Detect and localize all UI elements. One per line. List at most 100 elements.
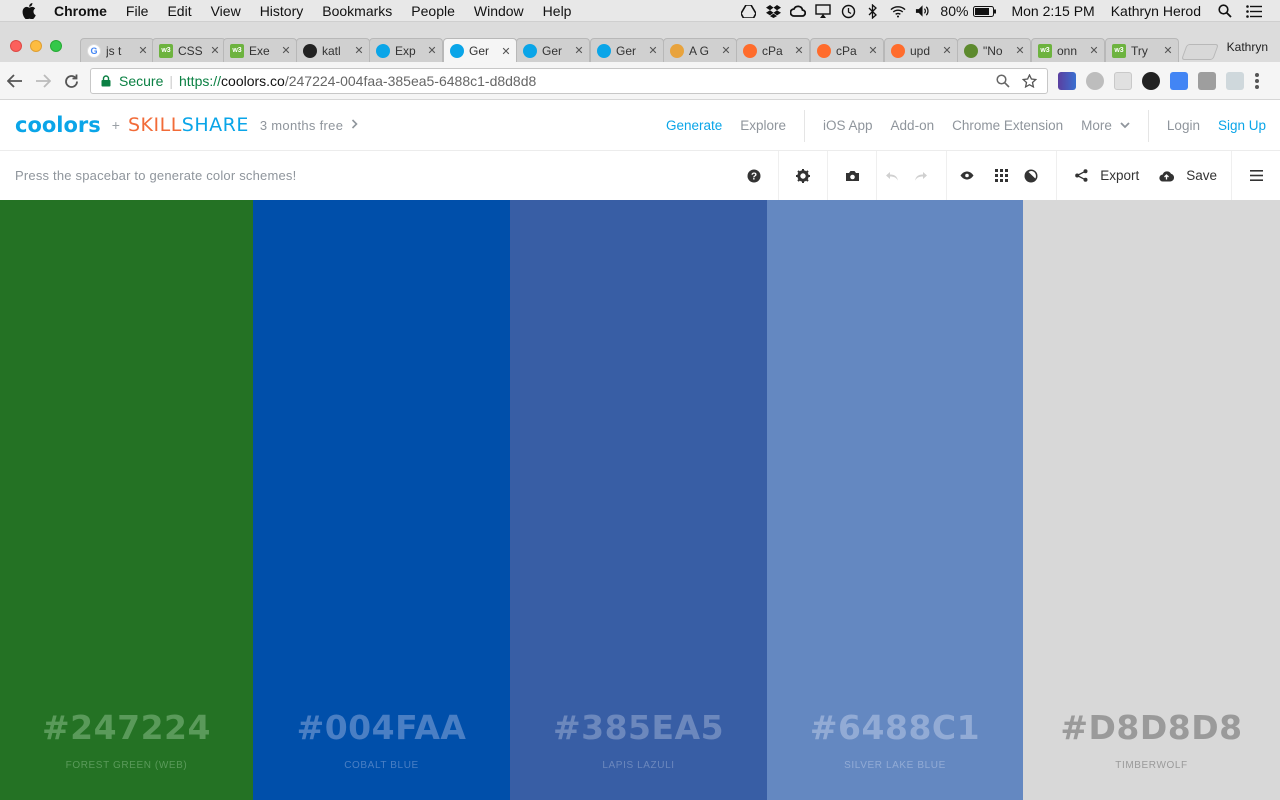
google-drive-icon[interactable] — [740, 3, 756, 19]
menu-bookmarks[interactable]: Bookmarks — [322, 3, 392, 19]
wifi-icon[interactable] — [890, 3, 906, 19]
color-swatch[interactable]: #004FAA COBALT BLUE — [253, 200, 510, 800]
browser-tab[interactable]: "No ✕ — [957, 38, 1031, 62]
tab-close-icon[interactable]: ✕ — [1162, 44, 1174, 57]
skillshare-logo[interactable]: SKILLSHARE — [128, 114, 249, 136]
zoom-window-button[interactable] — [50, 40, 62, 52]
save-button[interactable]: Save — [1149, 151, 1227, 200]
minimize-window-button[interactable] — [30, 40, 42, 52]
extension-page-icon[interactable] — [1114, 72, 1132, 90]
tab-close-icon[interactable]: ✕ — [647, 44, 659, 57]
browser-tab[interactable]: w3 Try ✕ — [1105, 38, 1179, 62]
zoom-search-icon[interactable] — [996, 74, 1010, 91]
bluetooth-icon[interactable] — [865, 3, 881, 19]
tab-close-icon[interactable]: ✕ — [573, 44, 585, 57]
browser-tab[interactable]: Ger ✕ — [443, 38, 517, 63]
tab-close-icon[interactable]: ✕ — [793, 44, 805, 57]
tab-close-icon[interactable]: ✕ — [280, 44, 292, 57]
promo-link[interactable]: 3 months free — [260, 118, 343, 133]
color-swatch[interactable]: #247224 FOREST GREEN (WEB) — [0, 200, 253, 800]
tab-close-icon[interactable]: ✕ — [1088, 44, 1100, 57]
chevron-down-icon[interactable] — [1120, 122, 1130, 129]
clock[interactable]: Mon 2:15 PM — [1011, 3, 1094, 19]
tab-close-icon[interactable]: ✕ — [867, 44, 879, 57]
tab-close-icon[interactable]: ✕ — [500, 45, 512, 58]
swatch-hex-code[interactable]: #247224 — [0, 708, 253, 747]
browser-tab[interactable]: katl ✕ — [296, 38, 370, 62]
extension-avatar-icon[interactable] — [1142, 72, 1160, 90]
browser-tab[interactable]: w3 Exe ✕ — [223, 38, 297, 62]
camera-icon[interactable] — [827, 151, 876, 200]
swatch-hex-code[interactable]: #6488C1 — [767, 708, 1023, 747]
reload-icon[interactable] — [62, 72, 80, 90]
browser-tab[interactable]: Exp ✕ — [369, 38, 443, 62]
browser-tab[interactable]: upd ✕ — [884, 38, 958, 62]
color-swatch[interactable]: #6488C1 SILVER LAKE BLUE — [767, 200, 1023, 800]
swatch-hex-code[interactable]: #385EA5 — [510, 708, 767, 747]
browser-tab[interactable]: Gjs t ✕ — [80, 38, 154, 62]
close-window-button[interactable] — [10, 40, 22, 52]
swatch-hex-code[interactable]: #004FAA — [253, 708, 510, 747]
browser-tab[interactable]: Ger ✕ — [590, 38, 664, 62]
tab-close-icon[interactable]: ✕ — [426, 44, 438, 57]
menu-edit[interactable]: Edit — [167, 3, 191, 19]
spotlight-icon[interactable] — [1217, 3, 1233, 19]
nav-explore[interactable]: Explore — [740, 118, 786, 133]
undo-icon[interactable] — [876, 151, 906, 200]
bookmark-star-icon[interactable] — [1021, 73, 1038, 91]
menu-file[interactable]: File — [126, 3, 149, 19]
browser-tab[interactable]: A G ✕ — [663, 38, 737, 62]
chevron-right-icon[interactable] — [351, 118, 358, 132]
menu-window[interactable]: Window — [474, 3, 524, 19]
tab-close-icon[interactable]: ✕ — [137, 44, 149, 57]
extension-edit-icon[interactable] — [1226, 72, 1244, 90]
user-name[interactable]: Kathryn Herod — [1111, 3, 1201, 19]
signup-link[interactable]: Sign Up — [1218, 118, 1266, 133]
address-bar[interactable]: Secure | https://coolors.co/247224-004fa… — [90, 68, 1048, 94]
tab-close-icon[interactable]: ✕ — [353, 44, 365, 57]
profile-button[interactable]: Kathryn — [1227, 40, 1268, 54]
browser-tab[interactable]: cPa ✕ — [736, 38, 810, 62]
color-swatch[interactable]: #385EA5 LAPIS LAZULI — [510, 200, 767, 800]
chrome-menu-icon[interactable] — [1254, 72, 1260, 90]
nav-ios-app[interactable]: iOS App — [823, 118, 873, 133]
volume-icon[interactable] — [915, 3, 931, 19]
menu-chrome[interactable]: Chrome — [54, 3, 107, 19]
hamburger-menu-icon[interactable] — [1231, 151, 1280, 200]
settings-gear-icon[interactable] — [778, 151, 827, 200]
extension-blue-icon[interactable] — [1170, 72, 1188, 90]
apple-icon[interactable] — [18, 2, 40, 19]
browser-tab[interactable]: Ger ✕ — [516, 38, 590, 62]
tab-close-icon[interactable]: ✕ — [209, 44, 221, 57]
new-tab-button[interactable] — [1181, 44, 1219, 60]
tab-close-icon[interactable]: ✕ — [941, 44, 953, 57]
battery-icon[interactable] — [973, 3, 997, 19]
tab-close-icon[interactable]: ✕ — [720, 44, 732, 57]
nav-more[interactable]: More — [1081, 118, 1112, 133]
login-link[interactable]: Login — [1167, 118, 1200, 133]
menu-view[interactable]: View — [211, 3, 241, 19]
creative-cloud-icon[interactable] — [790, 3, 807, 19]
back-arrow-icon[interactable] — [6, 72, 24, 90]
eye-icon[interactable] — [946, 151, 986, 200]
dropbox-icon[interactable] — [765, 3, 781, 19]
extension-bookshelf-icon[interactable] — [1058, 72, 1076, 90]
adjust-palette-icon[interactable] — [1016, 151, 1046, 200]
help-icon[interactable]: ? — [729, 151, 778, 200]
nav-generate[interactable]: Generate — [666, 118, 722, 133]
color-swatch[interactable]: #D8D8D8 TIMBERWOLF — [1023, 200, 1280, 800]
nav-addon[interactable]: Add-on — [891, 118, 935, 133]
airplay-icon[interactable] — [815, 3, 832, 19]
forward-arrow-icon[interactable] — [34, 72, 52, 90]
browser-tab[interactable]: w3 onn ✕ — [1031, 38, 1105, 62]
swatch-hex-code[interactable]: #D8D8D8 — [1023, 708, 1280, 747]
extension-cloud-icon[interactable] — [1086, 72, 1104, 90]
menu-history[interactable]: History — [260, 3, 304, 19]
grid-icon[interactable] — [986, 151, 1016, 200]
coolors-logo[interactable]: coolors — [15, 113, 101, 137]
browser-tab[interactable]: cPa ✕ — [810, 38, 884, 62]
nav-chrome-extension[interactable]: Chrome Extension — [952, 118, 1063, 133]
menu-people[interactable]: People — [411, 3, 455, 19]
extension-code-icon[interactable] — [1198, 72, 1216, 90]
tab-close-icon[interactable]: ✕ — [1014, 44, 1026, 57]
